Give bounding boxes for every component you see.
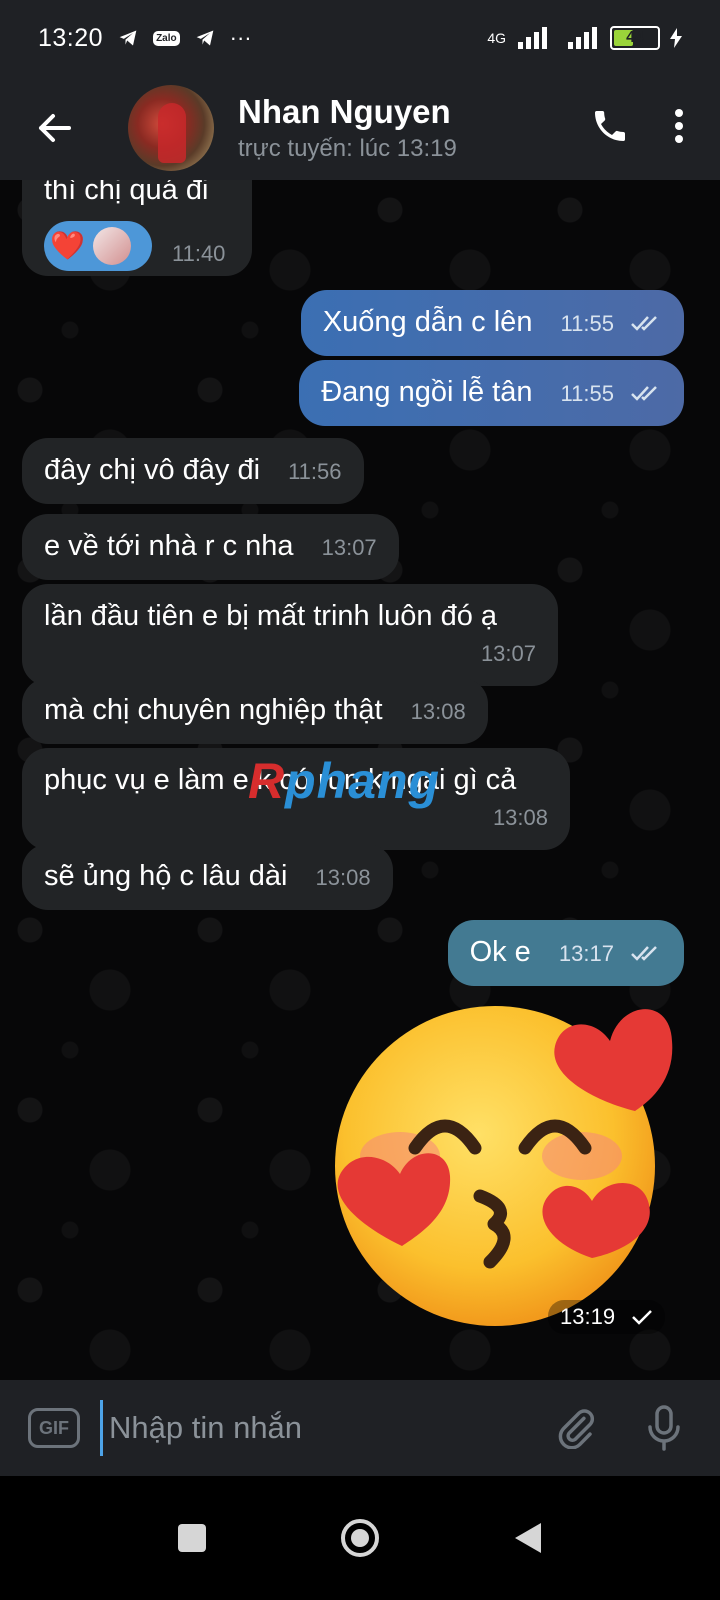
reaction-pill[interactable]: ❤️ xyxy=(44,221,152,271)
message-text: Ok e xyxy=(469,936,531,968)
message-text: Đang ngồi lễ tân xyxy=(321,376,533,408)
status-right: 4G 44 xyxy=(487,26,682,50)
chat-header: Nhan Nguyen trực tuyến: lúc 13:19 xyxy=(0,76,720,180)
sticker-time: 13:19 xyxy=(548,1300,666,1334)
message-time: 11:56 xyxy=(288,459,342,484)
header-actions xyxy=(590,106,684,151)
battery-level: 44 xyxy=(626,29,644,46)
more-vertical-icon xyxy=(675,108,683,143)
message-input[interactable] xyxy=(100,1400,510,1456)
message-bubble-incoming[interactable]: đây chị vô đây đi 11:56 xyxy=(22,438,364,504)
zalo-notification-icon: Zalo xyxy=(153,30,180,46)
single-check-icon xyxy=(632,1310,652,1325)
kissing-face-with-hearts-sticker[interactable] xyxy=(330,996,690,1326)
message-text: sẽ ủng hộ c lâu dài xyxy=(44,860,288,892)
message-bubble-incoming[interactable]: e về tới nhà r c nha 13:07 xyxy=(22,514,399,580)
attach-button[interactable] xyxy=(550,1402,602,1454)
contact-info[interactable]: Nhan Nguyen trực tuyến: lúc 13:19 xyxy=(238,93,457,163)
recent-apps-button[interactable] xyxy=(167,1513,217,1563)
message-time: 13:08 xyxy=(315,865,371,890)
more-notifications-icon: ··· xyxy=(229,25,252,50)
gif-icon: GIF xyxy=(39,1417,69,1438)
telegram-notification-icon-2 xyxy=(196,30,213,46)
message-time: 13:07 xyxy=(321,535,377,560)
nav-home-icon xyxy=(341,1519,379,1557)
double-check-icon xyxy=(631,316,657,332)
signal-icon-2 xyxy=(568,27,597,49)
message-time: 11:55 xyxy=(560,311,614,336)
back-arrow-icon xyxy=(39,114,71,142)
call-button[interactable] xyxy=(590,106,630,151)
network-type: 4G xyxy=(487,30,506,46)
system-navigation-bar xyxy=(0,1476,720,1600)
signal-icon xyxy=(518,27,547,49)
message-bubble-incoming[interactable]: mà chị chuyên nghiệp thật 13:08 xyxy=(22,678,488,744)
heart-reaction-icon: ❤️ xyxy=(50,230,85,261)
microphone-button[interactable] xyxy=(638,1402,690,1454)
reaction-row: ❤️ 11:40 xyxy=(44,220,230,272)
status-left: 13:20 Zalo ··· xyxy=(38,24,252,53)
watermark-part-1: R xyxy=(248,753,286,809)
back-nav-button[interactable] xyxy=(503,1513,553,1563)
watermark-part-2: phang xyxy=(285,753,441,809)
message-bubble-incoming[interactable]: thì chị quá đi ❤️ 11:40 xyxy=(22,180,252,276)
sticker-time-text: 13:19 xyxy=(560,1304,616,1329)
message-bubble-incoming[interactable]: sẽ ủng hộ c lâu dài 13:08 xyxy=(22,844,393,910)
message-time: 13:17 xyxy=(558,941,614,966)
message-bubble-outgoing[interactable]: Xuống dẫn c lên 11:55 xyxy=(300,290,684,356)
watermark-logo: Rphang xyxy=(248,752,440,810)
message-text: mà chị chuyên nghiệp thật xyxy=(44,694,383,726)
message-bubble-outgoing[interactable]: Ok e 13:17 xyxy=(447,920,684,986)
message-bubble-outgoing[interactable]: Đang ngồi lễ tân 11:55 xyxy=(299,360,684,426)
contact-name: Nhan Nguyen xyxy=(238,93,451,130)
message-bubble-incoming[interactable]: lần đầu tiên e bị mất trinh luôn đó ạ 13… xyxy=(22,584,558,686)
contact-avatar[interactable] xyxy=(128,85,214,171)
back-button[interactable] xyxy=(24,98,84,158)
phone-icon xyxy=(595,110,625,141)
nav-recent-icon xyxy=(178,1524,206,1552)
message-time: 11:55 xyxy=(560,381,614,406)
contact-status: trực tuyến: lúc 13:19 xyxy=(238,135,457,162)
message-text: e về tới nhà r c nha xyxy=(44,530,294,562)
message-time: 11:40 xyxy=(172,241,226,266)
nav-back-icon xyxy=(515,1523,541,1553)
message-text: thì chị quá đi xyxy=(44,180,209,206)
reactor-avatar xyxy=(92,227,131,265)
charging-icon xyxy=(670,28,682,48)
double-check-icon xyxy=(631,946,657,962)
message-text: Xuống dẫn c lên xyxy=(322,306,533,338)
status-bar: 13:20 Zalo ··· 4G 44 xyxy=(0,0,720,76)
paperclip-icon xyxy=(558,1409,595,1449)
home-button[interactable] xyxy=(335,1513,385,1563)
microphone-icon xyxy=(648,1405,680,1451)
message-text: đây chị vô đây đi xyxy=(44,454,261,486)
message-composer: GIF xyxy=(0,1380,720,1476)
message-text: lần đầu tiên e bị mất trinh luôn đó ạ xyxy=(44,600,498,632)
telegram-notification-icon xyxy=(119,30,137,46)
status-time: 13:20 xyxy=(38,23,104,52)
battery-icon: 44 xyxy=(610,26,660,50)
double-check-icon xyxy=(631,386,657,402)
more-options-button[interactable] xyxy=(674,108,684,149)
gif-button[interactable]: GIF xyxy=(28,1408,80,1448)
message-time: 13:07 xyxy=(480,641,536,666)
message-time: 13:08 xyxy=(410,699,466,724)
